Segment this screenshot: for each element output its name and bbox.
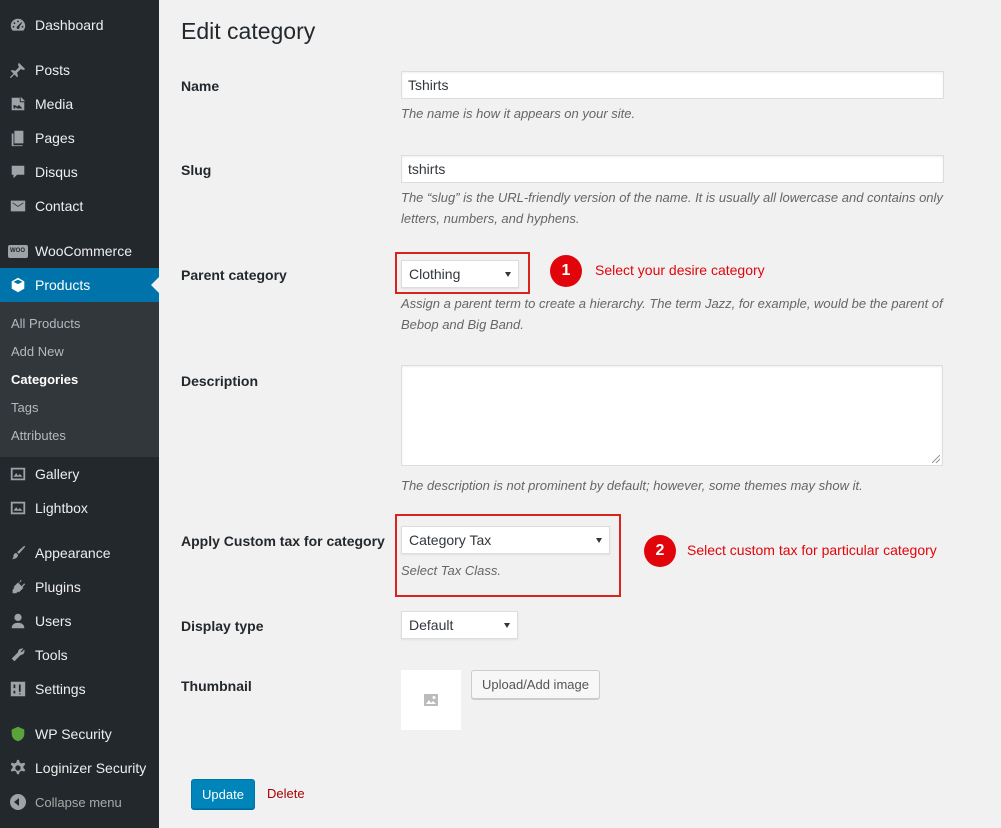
brush-icon [0, 544, 35, 562]
submenu-all-products[interactable]: All Products [11, 316, 80, 331]
sidebar-item-contact[interactable]: Contact [0, 189, 159, 223]
annotation-badge-2: 2 [644, 535, 676, 567]
admin-sidebar: Dashboard Posts Media Pages Disqus Conta… [0, 0, 159, 828]
upload-image-button[interactable]: Upload/Add image [471, 670, 600, 699]
pin-icon [0, 61, 35, 79]
sidebar-item-label: Gallery [35, 466, 80, 482]
collapse-menu-button[interactable]: Collapse menu [0, 785, 159, 819]
sidebar-item-label: Lightbox [35, 500, 88, 516]
shield-icon [0, 725, 35, 743]
sidebar-item-label: Disqus [35, 164, 78, 180]
parent-category-label: Parent category [181, 267, 287, 283]
annotation-badge-1: 1 [550, 255, 582, 287]
sidebar-item-label: Contact [35, 198, 84, 214]
sidebar-item-label: Posts [35, 62, 71, 78]
slug-label: Slug [181, 162, 212, 178]
slug-input[interactable] [401, 155, 944, 183]
description-label: Description [181, 373, 259, 389]
display-type-value: Default [409, 617, 454, 633]
sidebar-item-label: Products [35, 277, 91, 293]
dashboard-icon [0, 16, 35, 34]
parent-category-description: Assign a parent term to create a hierarc… [401, 296, 943, 332]
sidebar-item-appearance[interactable]: Appearance [0, 536, 159, 570]
sidebar-item-label: Tools [35, 647, 68, 663]
sidebar-item-pages[interactable]: Pages [0, 121, 159, 155]
sidebar-item-gallery[interactable]: Gallery [0, 457, 159, 491]
sidebar-item-settings[interactable]: Settings [0, 672, 159, 706]
gear-icon [0, 759, 35, 777]
chevron-down-icon [596, 537, 602, 543]
user-icon [0, 612, 35, 630]
mail-icon [0, 197, 35, 215]
sidebar-item-label: WP Security [35, 726, 112, 742]
lightbox-icon [0, 499, 35, 517]
custom-tax-select[interactable]: Category Tax [401, 526, 610, 554]
sidebar-item-label: Loginizer Security [35, 760, 147, 776]
sidebar-item-media[interactable]: Media [0, 87, 159, 121]
name-label: Name [181, 78, 220, 94]
submenu-add-new[interactable]: Add New [11, 344, 64, 359]
display-type-select[interactable]: Default [401, 611, 518, 639]
sidebar-item-label: Dashboard [35, 17, 104, 33]
display-type-label: Display type [181, 618, 264, 634]
sidebar-item-lightbox[interactable]: Lightbox [0, 491, 159, 525]
products-submenu: All Products Add New Categories Tags Att… [0, 302, 159, 457]
sidebar-item-loginizer[interactable]: Loginizer Security [0, 751, 159, 785]
sidebar-item-products[interactable]: Products [0, 268, 159, 302]
thumbnail-preview [401, 670, 461, 730]
name-input[interactable] [401, 71, 944, 99]
description-textarea[interactable] [401, 365, 943, 466]
delete-link[interactable]: Delete [267, 786, 305, 801]
image-placeholder-icon [424, 694, 438, 706]
sidebar-item-plugins[interactable]: Plugins [0, 570, 159, 604]
box-icon [0, 276, 35, 294]
sidebar-item-label: Media [35, 96, 74, 112]
custom-tax-description: Select Tax Class. [401, 563, 501, 578]
sidebar-item-dashboard[interactable]: Dashboard [0, 8, 159, 42]
main-content: Edit category Name The name is how it ap… [159, 0, 1001, 828]
woocommerce-icon: WOO [0, 244, 35, 258]
update-button[interactable]: Update [191, 779, 255, 809]
gallery-icon [0, 465, 35, 483]
plugin-icon [0, 578, 35, 596]
sidebar-item-label: Users [35, 613, 72, 629]
sidebar-item-label: Plugins [35, 579, 81, 595]
sidebar-item-woocommerce[interactable]: WOO WooCommerce [0, 234, 159, 268]
annotation-text-1: Select your desire category [595, 262, 765, 278]
chevron-down-icon [505, 271, 511, 277]
pages-icon [0, 129, 35, 147]
slug-description: The “slug” is the URL-friendly version o… [401, 190, 943, 226]
submenu-categories[interactable]: Categories [11, 372, 78, 387]
wrench-icon [0, 646, 35, 664]
sidebar-item-label: WooCommerce [35, 243, 132, 259]
sidebar-item-label: Settings [35, 681, 86, 697]
name-description: The name is how it appears on your site. [401, 106, 636, 121]
submenu-attributes[interactable]: Attributes [11, 428, 66, 443]
resize-handle[interactable] [932, 455, 940, 463]
woo-badge: WOO [7, 244, 28, 258]
settings-icon [0, 680, 35, 698]
thumbnail-label: Thumbnail [181, 678, 252, 694]
sidebar-item-label: Pages [35, 130, 75, 146]
custom-tax-value: Category Tax [409, 532, 492, 548]
sidebar-item-users[interactable]: Users [0, 604, 159, 638]
sidebar-item-label: Collapse menu [35, 794, 122, 810]
sidebar-item-posts[interactable]: Posts [0, 53, 159, 87]
collapse-icon [0, 794, 35, 810]
submenu-tags[interactable]: Tags [11, 400, 38, 415]
annotation-text-2: Select custom tax for particular categor… [687, 542, 937, 558]
parent-category-value: Clothing [409, 266, 461, 282]
description-help: The description is not prominent by defa… [401, 478, 863, 493]
comment-icon [0, 163, 35, 181]
custom-tax-label: Apply Custom tax for category [181, 533, 385, 549]
sidebar-item-disqus[interactable]: Disqus [0, 155, 159, 189]
sidebar-item-label: Appearance [35, 545, 111, 561]
parent-category-select[interactable]: Clothing [401, 260, 519, 288]
chevron-down-icon [504, 622, 510, 628]
sidebar-item-tools[interactable]: Tools [0, 638, 159, 672]
media-icon [0, 95, 35, 113]
sidebar-item-wp-security[interactable]: WP Security [0, 717, 159, 751]
page-title: Edit category [181, 18, 316, 44]
